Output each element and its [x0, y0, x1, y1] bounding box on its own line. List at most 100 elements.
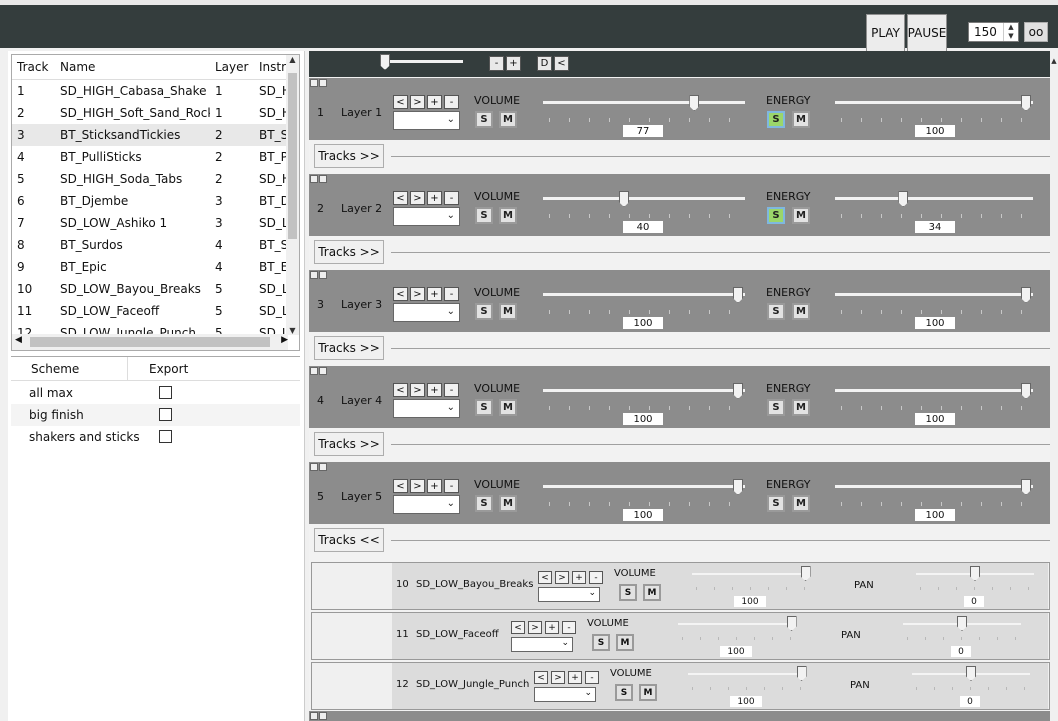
master-slider-knob[interactable]	[380, 54, 390, 70]
energy-mute-button[interactable]: M	[792, 303, 810, 320]
energy-slider-track[interactable]	[835, 197, 1033, 200]
layer-prev-button[interactable]: <	[393, 191, 408, 205]
energy-solo-button[interactable]: S	[767, 399, 785, 416]
tracks-toggle-button[interactable]: Tracks <<	[314, 528, 384, 552]
energy-slider-track[interactable]	[835, 389, 1033, 392]
subtrack-remove-button[interactable]: -	[585, 671, 599, 684]
track-row[interactable]: 6 BT_Djembe 3 BT_Dj	[12, 190, 288, 212]
energy-slider-knob[interactable]	[1021, 95, 1031, 111]
zoom-out-button[interactable]: -	[489, 56, 504, 71]
collapse-square[interactable]	[310, 79, 318, 87]
layer-add-button[interactable]: +	[427, 479, 442, 493]
volume-solo-button[interactable]: S	[475, 495, 493, 512]
track-row[interactable]: 7 SD_LOW_Ashiko 1 3 SD_LC	[12, 212, 288, 234]
volume-slider-knob[interactable]	[733, 287, 743, 303]
export-checkbox[interactable]	[159, 386, 172, 399]
energy-mute-button[interactable]: M	[792, 495, 810, 512]
master-slider-track[interactable]	[381, 60, 463, 63]
expand-square[interactable]	[319, 79, 327, 87]
header-scheme[interactable]: Scheme	[31, 362, 79, 376]
energy-slider-knob[interactable]	[1021, 383, 1031, 399]
collapse-square[interactable]	[310, 175, 318, 183]
subtrack-volume-knob[interactable]	[796, 666, 807, 681]
subtrack-mute-button[interactable]: M	[616, 634, 634, 651]
header-track[interactable]: Track	[17, 60, 48, 74]
layer-remove-button[interactable]: -	[444, 191, 459, 205]
d-button[interactable]: D	[537, 56, 552, 71]
export-checkbox[interactable]	[159, 408, 172, 421]
volume-solo-button[interactable]: S	[475, 207, 493, 224]
track-table-vscroll[interactable]: ▲ ▼	[286, 55, 299, 335]
layer-prev-button[interactable]: <	[393, 287, 408, 301]
scheme-table[interactable]: Scheme Export all max big finish shakers a…	[11, 356, 300, 721]
layer-remove-button[interactable]: -	[444, 479, 459, 493]
track-row[interactable]: 11 SD_LOW_Faceoff 5 SD_LC	[12, 300, 288, 322]
layer-next-button[interactable]: >	[410, 191, 425, 205]
tempo-spinbox[interactable]: 150 ▲ ▼	[968, 22, 1019, 42]
volume-slider-track[interactable]	[543, 101, 745, 104]
subtrack-volume-knob[interactable]	[800, 566, 811, 581]
pause-button[interactable]: PAUSE	[907, 14, 947, 52]
subtrack-add-button[interactable]: +	[572, 571, 586, 584]
track-row[interactable]: 3 BT_SticksandTickies 2 BT_St	[12, 124, 288, 146]
layer-combo[interactable]: ⌄	[393, 207, 460, 226]
tracks-toggle-button[interactable]: Tracks >>	[314, 240, 384, 264]
subtrack-volume-knob[interactable]	[786, 616, 797, 631]
track-row[interactable]: 4 BT_PulliSticks 2 BT_Pu	[12, 146, 288, 168]
volume-mute-button[interactable]: M	[499, 303, 517, 320]
layer-combo[interactable]: ⌄	[393, 495, 460, 514]
subtrack-pan-knob[interactable]	[957, 616, 967, 631]
layer-add-button[interactable]: +	[427, 95, 442, 109]
energy-mute-button[interactable]: M	[792, 111, 810, 128]
subtrack-next-button[interactable]: >	[551, 671, 565, 684]
energy-mute-button[interactable]: M	[792, 399, 810, 416]
oo-button[interactable]: oo	[1024, 22, 1048, 42]
layer-remove-button[interactable]: -	[444, 287, 459, 301]
header-name[interactable]: Name	[60, 60, 95, 74]
collapse-square[interactable]	[310, 271, 318, 279]
subtrack-prev-button[interactable]: <	[538, 571, 552, 584]
volume-slider-knob[interactable]	[619, 191, 629, 207]
layer-combo[interactable]: ⌄	[393, 399, 460, 418]
volume-slider-knob[interactable]	[733, 383, 743, 399]
subtrack-pan-knob[interactable]	[970, 566, 980, 581]
layer-add-button[interactable]: +	[427, 287, 442, 301]
energy-slider-knob[interactable]	[1021, 287, 1031, 303]
layer-next-button[interactable]: >	[410, 383, 425, 397]
layer-combo[interactable]: ⌄	[393, 303, 460, 322]
expand-square[interactable]	[319, 367, 327, 375]
subtrack-volume-track[interactable]	[678, 623, 796, 625]
subtrack-pan-knob[interactable]	[966, 666, 976, 681]
layer-add-button[interactable]: +	[427, 191, 442, 205]
collapse-button[interactable]: <	[554, 56, 569, 71]
subtrack-add-button[interactable]: +	[568, 671, 582, 684]
subtrack-prev-button[interactable]: <	[511, 621, 525, 634]
hscroll-thumb[interactable]	[30, 337, 270, 347]
energy-slider-knob[interactable]	[1021, 479, 1031, 495]
vscroll-thumb[interactable]	[288, 73, 297, 239]
track-table[interactable]: Track Name Layer Instru 1 SD_HIGH_Cabasa_…	[11, 54, 300, 351]
export-checkbox[interactable]	[159, 430, 172, 443]
header-layer[interactable]: Layer	[215, 60, 248, 74]
energy-solo-button[interactable]: S	[767, 207, 785, 224]
energy-solo-button[interactable]: S	[767, 495, 785, 512]
play-button[interactable]: PLAY	[866, 14, 905, 52]
subtrack-remove-button[interactable]: -	[562, 621, 576, 634]
volume-slider-track[interactable]	[543, 197, 745, 200]
layer-next-button[interactable]: >	[410, 95, 425, 109]
tracks-toggle-button[interactable]: Tracks >>	[314, 144, 384, 168]
subtrack-combo[interactable]: ⌄	[511, 637, 573, 652]
track-row[interactable]: 5 SD_HIGH_Soda_Tabs 2 SD_HI	[12, 168, 288, 190]
track-row[interactable]: 8 BT_Surdos 4 BT_Su	[12, 234, 288, 256]
header-export[interactable]: Export	[149, 362, 188, 376]
energy-mute-button[interactable]: M	[792, 207, 810, 224]
subtrack-combo[interactable]: ⌄	[538, 587, 600, 602]
volume-slider-knob[interactable]	[733, 479, 743, 495]
subtrack-prev-button[interactable]: <	[534, 671, 548, 684]
energy-solo-button[interactable]: S	[767, 111, 785, 128]
expand-square[interactable]	[319, 463, 327, 471]
volume-solo-button[interactable]: S	[475, 111, 493, 128]
volume-solo-button[interactable]: S	[475, 303, 493, 320]
track-row[interactable]: 10 SD_LOW_Bayou_Breaks 5 SD_LC	[12, 278, 288, 300]
layer-prev-button[interactable]: <	[393, 383, 408, 397]
